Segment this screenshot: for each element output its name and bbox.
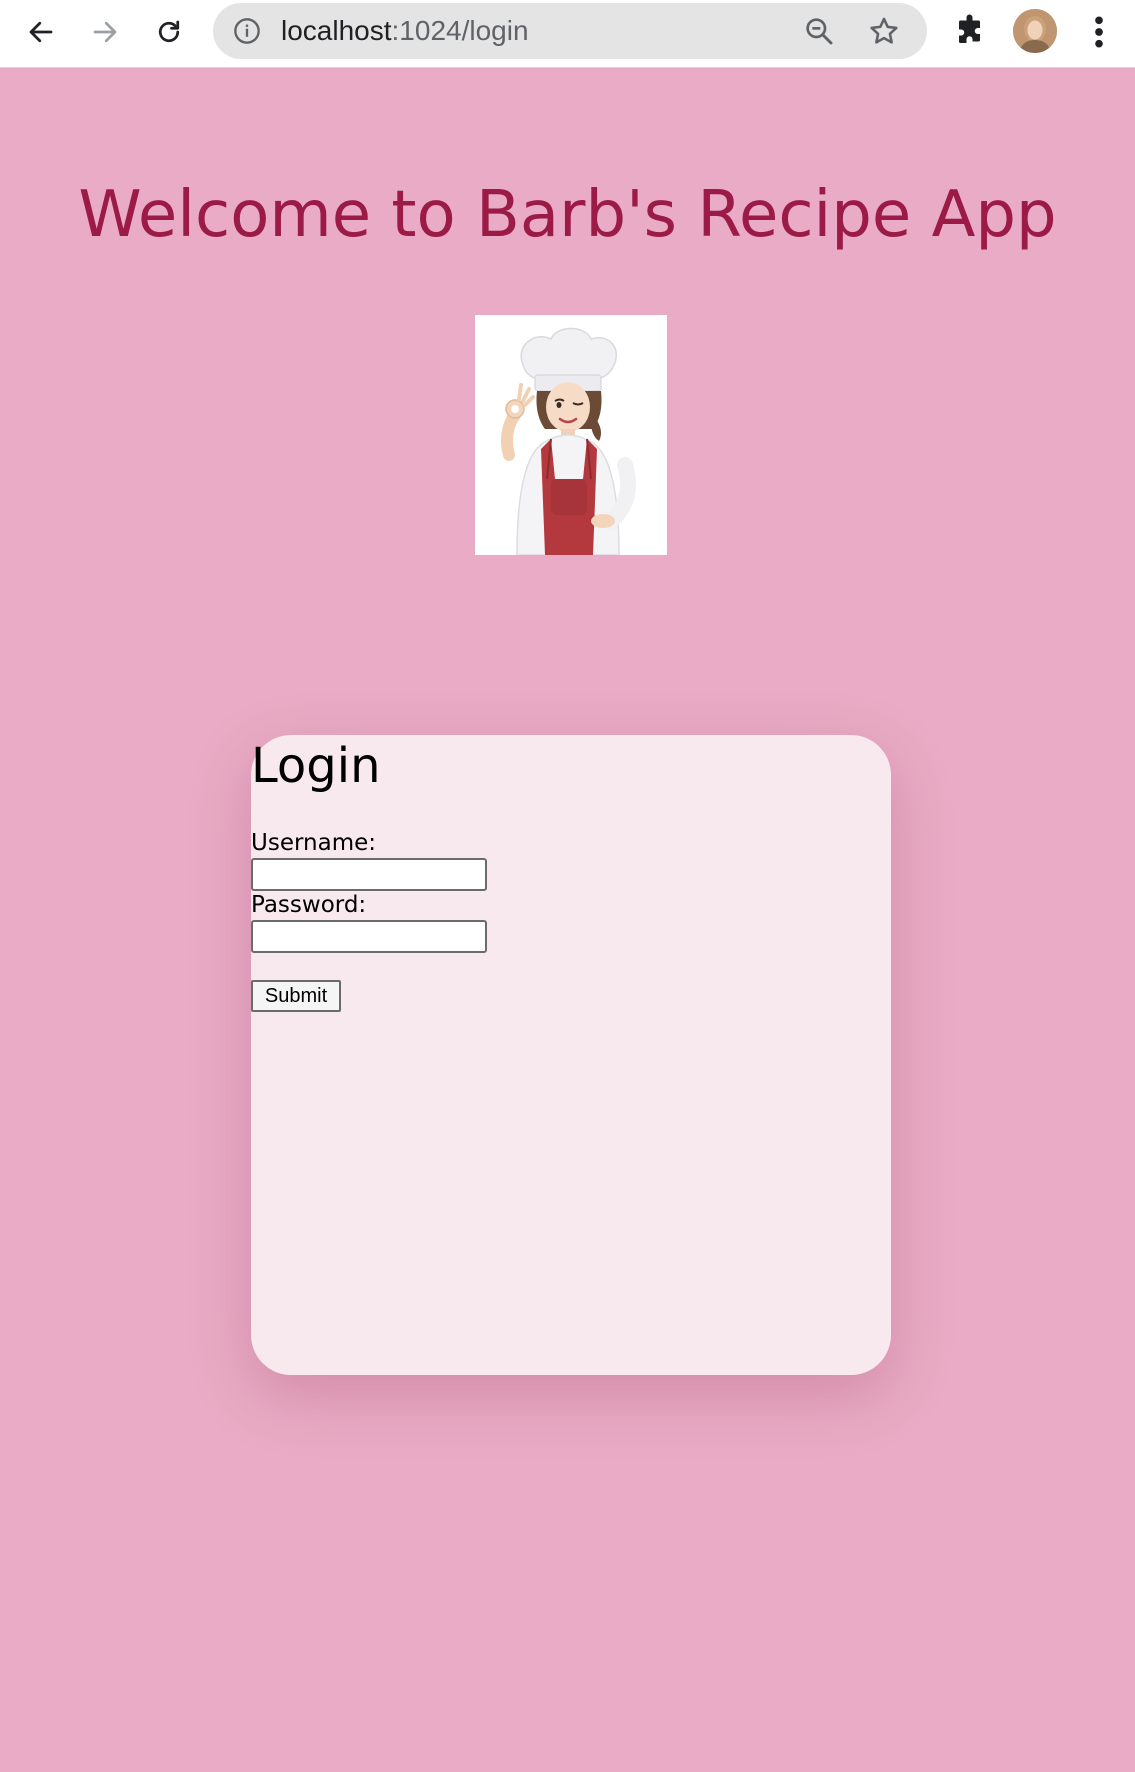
bookmark-star-icon[interactable] bbox=[867, 14, 901, 48]
zoom-out-icon[interactable] bbox=[803, 15, 835, 47]
username-label: Username: bbox=[251, 830, 376, 856]
browser-toolbar: localhost:1024/login bbox=[0, 0, 1135, 68]
username-input[interactable] bbox=[251, 858, 487, 891]
login-heading: Login bbox=[251, 738, 381, 794]
extensions-puzzle-icon[interactable] bbox=[953, 13, 989, 49]
chef-illustration bbox=[475, 315, 667, 556]
info-icon[interactable] bbox=[233, 17, 261, 45]
forward-arrow-icon bbox=[93, 21, 117, 43]
more-menu-icon[interactable] bbox=[1086, 12, 1112, 52]
profile-avatar[interactable] bbox=[1013, 9, 1057, 53]
back-button[interactable] bbox=[19, 10, 63, 54]
reload-icon bbox=[158, 20, 180, 43]
password-input[interactable] bbox=[251, 920, 487, 953]
page-title: Welcome to Barb's Recipe App bbox=[78, 178, 1057, 252]
login-card: Login Username: Password: Submit bbox=[251, 735, 891, 1375]
back-arrow-icon bbox=[29, 21, 53, 43]
password-label: Password: bbox=[251, 892, 367, 918]
chef-woman-icon bbox=[475, 315, 667, 556]
profile-photo-icon bbox=[1013, 9, 1057, 53]
address-bar[interactable]: localhost:1024/login bbox=[213, 3, 927, 59]
forward-button[interactable] bbox=[83, 10, 127, 54]
reload-button[interactable] bbox=[147, 10, 191, 54]
url-text[interactable]: localhost:1024/login bbox=[281, 3, 529, 59]
url-host: localhost bbox=[281, 15, 392, 46]
submit-button[interactable]: Submit bbox=[251, 980, 341, 1012]
url-path: :1024/login bbox=[391, 15, 529, 46]
